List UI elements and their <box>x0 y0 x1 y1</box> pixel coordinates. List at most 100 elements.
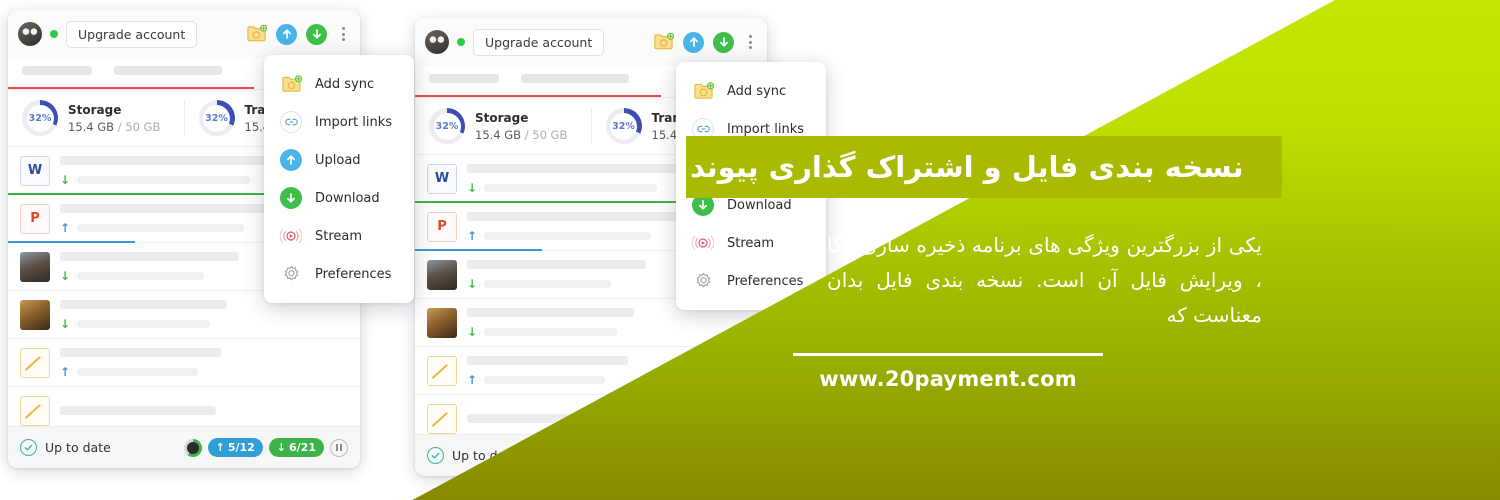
link-icon <box>280 111 302 133</box>
sketch-file-icon <box>427 403 457 434</box>
download-arrow-icon: ↓ <box>467 276 478 291</box>
promo-banner: Upgrade account 32% Storage 15.4 GB / 50… <box>0 0 1500 500</box>
storage-percent: 32% <box>28 112 52 124</box>
header-icon-group <box>246 23 350 45</box>
menu-item-download[interactable]: Download <box>264 179 414 217</box>
upload-count-badge[interactable]: ↑ 5/12 <box>207 438 263 457</box>
check-circle-icon <box>427 447 444 464</box>
tab-active-underline <box>8 86 255 89</box>
more-options-icon[interactable] <box>743 32 757 52</box>
upload-arrow-icon: ↑ <box>60 364 71 379</box>
upload-arrow-icon: ↑ <box>467 372 478 387</box>
sketch-file-icon <box>20 395 50 426</box>
stat-storage: 32% Storage 15.4 GB / 50 GB <box>415 108 591 144</box>
upload-icon[interactable] <box>276 23 297 45</box>
avatar[interactable] <box>18 22 42 46</box>
menu-item-label: Download <box>727 197 792 213</box>
add-sync-folder-icon[interactable] <box>246 24 268 45</box>
download-icon[interactable] <box>306 23 327 45</box>
transfer-percent: 32% <box>612 120 635 132</box>
status-text: Up to date <box>45 440 111 455</box>
pause-button[interactable] <box>330 438 348 457</box>
check-circle-icon <box>20 439 37 456</box>
upgrade-account-button[interactable]: Upgrade account <box>473 28 605 56</box>
promo-headline: نسخه بندی فایل و اشتراک گذاری پیوند <box>690 149 1244 184</box>
download-count-badge[interactable]: ↓ 6/21 <box>268 438 324 457</box>
upgrade-account-button[interactable]: Upgrade account <box>66 20 198 48</box>
sketch-file-icon <box>427 355 457 386</box>
menu-item-label: Import links <box>727 121 805 137</box>
upload-count-text: 5/12 <box>227 441 255 454</box>
menu-item-add-sync[interactable]: Add sync <box>676 72 826 110</box>
gear-icon <box>692 270 714 292</box>
list-item[interactable]: ↑ <box>8 339 360 387</box>
tab-placeholder-1[interactable] <box>429 74 499 83</box>
add-sync-folder-icon <box>280 73 302 95</box>
photo-thumbnail <box>427 259 457 290</box>
storage-label: Storage <box>475 110 529 125</box>
menu-item-label: Download <box>315 190 380 206</box>
menu-item-label: Stream <box>727 235 775 251</box>
storage-used: 15.4 GB <box>68 119 115 134</box>
online-status-dot <box>457 38 465 46</box>
upload-arrow-icon: ↑ <box>60 220 71 235</box>
download-arrow-icon: ↓ <box>467 324 478 339</box>
photo-thumbnail <box>20 299 50 330</box>
add-sync-folder-icon[interactable] <box>653 32 675 53</box>
tab-active-underline <box>415 94 662 97</box>
transfer-donut: 32% <box>605 108 642 144</box>
tab-placeholder-2[interactable] <box>114 66 222 75</box>
storage-donut: 32% <box>22 100 58 136</box>
window-header: Upgrade account <box>8 10 360 58</box>
header-icon-group <box>653 31 757 53</box>
transfer-indicators: ↑ 5/12 ↓ 6/21 <box>183 438 348 457</box>
menu-item-label: Add sync <box>727 83 787 99</box>
storage-value: 15.4 GB / 50 GB <box>475 128 567 142</box>
stat-storage: 32% Storage 15.4 GB / 50 GB <box>8 100 184 136</box>
tab-placeholder-1[interactable] <box>22 66 92 75</box>
download-arrow-icon: ↓ <box>60 172 71 187</box>
sketch-file-icon <box>20 347 50 378</box>
upload-arrow-icon: ↑ <box>215 441 225 454</box>
transfer-percent: 32% <box>205 112 228 124</box>
context-menu-primary: Add sync Import links Upload Download St… <box>264 55 414 303</box>
menu-item-import-links[interactable]: Import links <box>264 103 414 141</box>
photo-thumbnail <box>427 307 457 338</box>
powerpoint-file-icon: P <box>20 203 50 234</box>
storage-donut: 32% <box>429 108 465 144</box>
storage-total: 50 GB <box>532 127 568 142</box>
word-file-icon: W <box>427 163 457 194</box>
add-sync-folder-icon <box>692 80 714 102</box>
powerpoint-file-icon: P <box>427 211 457 242</box>
menu-item-label: Import links <box>315 114 393 130</box>
storage-sep: / <box>521 127 533 142</box>
promo-body-text: یکی از بزرگترین ویژگی های برنامه ذخیره س… <box>827 233 1262 327</box>
menu-item-stream[interactable]: Stream <box>676 224 826 262</box>
stream-icon <box>692 232 714 254</box>
storage-sep: / <box>114 119 126 134</box>
download-icon <box>280 187 302 209</box>
upload-arrow-icon: ↑ <box>467 228 478 243</box>
menu-item-label: Preferences <box>727 273 804 289</box>
avatar[interactable] <box>425 30 449 54</box>
download-count-text: 6/21 <box>289 441 316 454</box>
menu-item-upload[interactable]: Upload <box>264 141 414 179</box>
more-options-icon[interactable] <box>336 24 350 44</box>
sync-progress-icon <box>183 438 202 457</box>
download-icon[interactable] <box>713 31 734 53</box>
menu-item-add-sync[interactable]: Add sync <box>264 65 414 103</box>
menu-item-label: Add sync <box>315 76 375 92</box>
online-status-dot <box>50 30 58 38</box>
storage-used: 15.4 GB <box>475 127 522 142</box>
menu-item-label: Stream <box>315 228 363 244</box>
url-divider <box>793 353 1103 356</box>
window-header: Upgrade account <box>415 18 767 66</box>
menu-item-label: Preferences <box>315 266 392 282</box>
storage-percent: 32% <box>435 120 459 132</box>
storage-value: 15.4 GB / 50 GB <box>68 120 160 134</box>
status-bar: Up to date ↑ 5/12 ↓ 6/21 <box>8 426 360 468</box>
tab-placeholder-2[interactable] <box>521 74 629 83</box>
upload-icon[interactable] <box>683 31 704 53</box>
menu-item-preferences[interactable]: Preferences <box>264 255 414 293</box>
menu-item-stream[interactable]: Stream <box>264 217 414 255</box>
